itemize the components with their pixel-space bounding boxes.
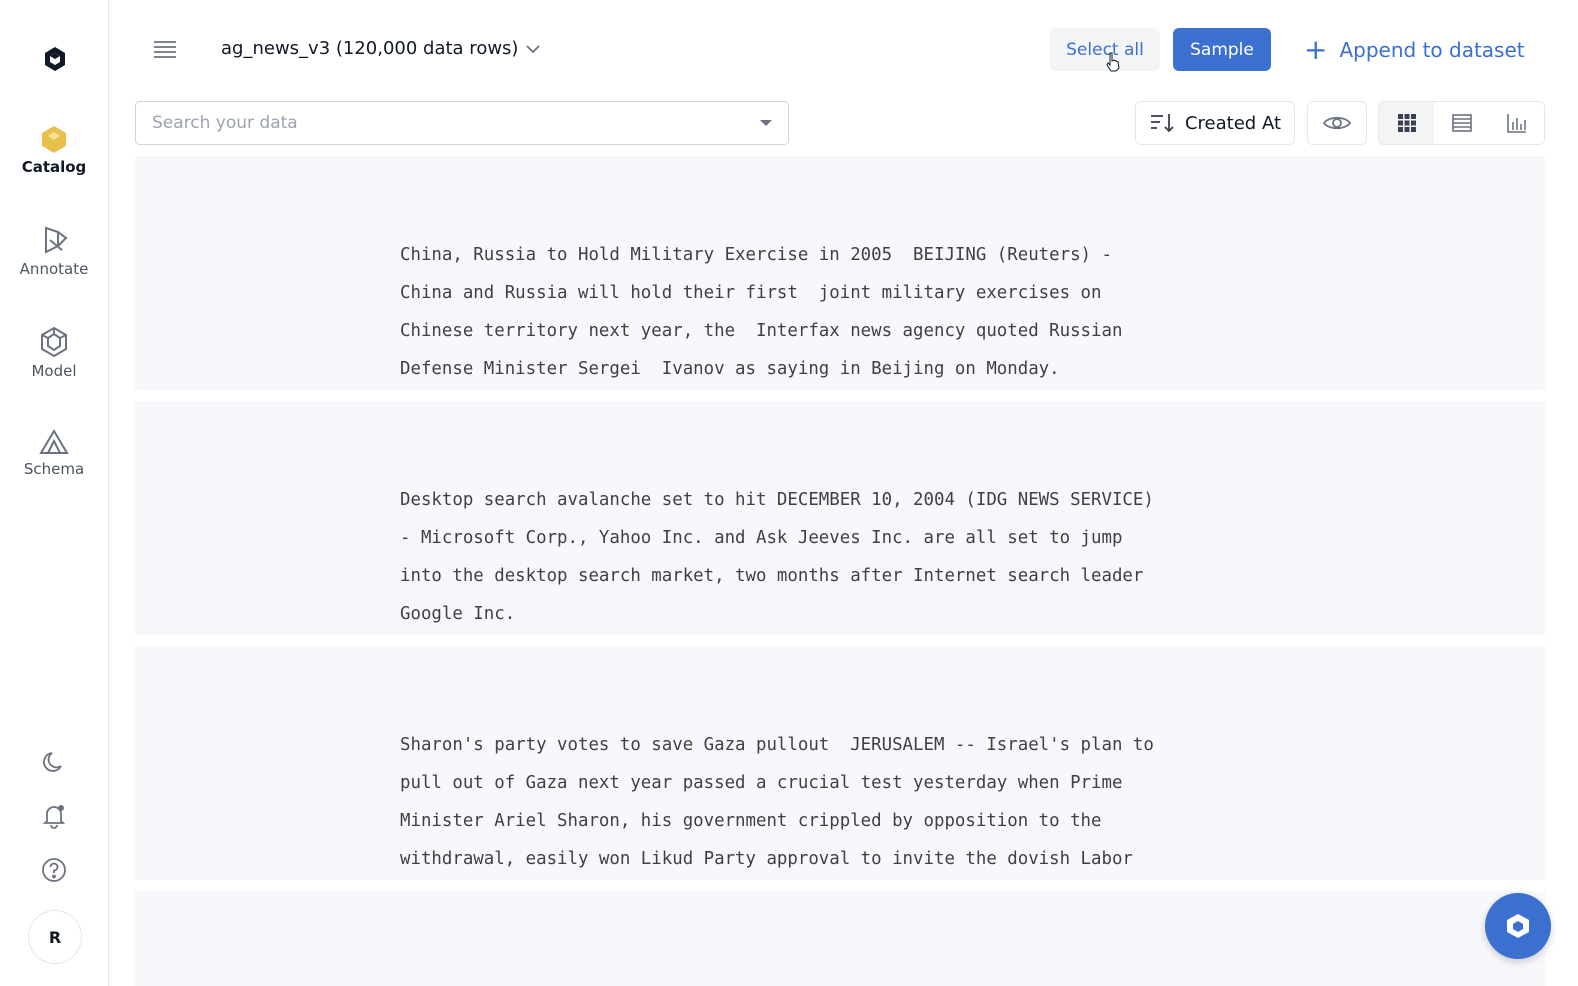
avatar[interactable]: R [28,910,82,964]
append-label: Append to dataset [1339,37,1525,62]
sidebar-item-schema[interactable]: Schema [0,428,108,478]
plus-icon: + [1304,32,1328,66]
help-circle-icon [42,858,66,882]
sidebar-item-label: Schema [23,460,85,478]
eye-icon [1322,116,1352,130]
sort-descending-icon [1150,114,1174,133]
catalog-icon [42,126,66,153]
sidebar-item-annotate[interactable]: Annotate [0,224,108,278]
dataset-title: ag_news_v3 (120,000 data rows) [221,38,519,59]
data-row-card[interactable]: Desktop search avalanche set to hit DECE… [135,401,1545,635]
sort-button[interactable]: Created At [1135,101,1295,145]
schema-icon [39,429,69,454]
list-icon [1451,114,1472,132]
hamburger-menu-icon[interactable] [152,36,178,62]
sidebar-item-label: Model [31,362,77,380]
support-chat-button[interactable] [1485,893,1551,959]
notifications-button[interactable] [38,800,70,832]
annotate-icon [45,226,68,254]
bell-icon [42,805,66,829]
chevron-down-icon [526,44,541,53]
search-input[interactable] [152,113,760,133]
avatar-initial: R [48,927,62,947]
sidebar: Catalog Annotate Model Schema R [0,0,109,986]
sidebar-item-label: Annotate [19,260,89,278]
dark-mode-toggle[interactable] [38,746,70,778]
grid-view-button[interactable] [1379,102,1434,144]
data-row-card[interactable]: China, Russia to Hold Military Exercise … [135,156,1545,390]
row-text: Desktop search avalanche set to hit DECE… [400,490,1154,624]
data-row-card[interactable] [135,891,1545,986]
view-mode-group [1378,101,1545,145]
data-row-card[interactable]: Sharon's party votes to save Gaza pullou… [135,646,1545,880]
app-logo-icon [1507,914,1529,938]
append-to-dataset-button[interactable]: + Append to dataset [1304,28,1525,71]
row-text: Sharon's party votes to save Gaza pullou… [400,735,1154,869]
sidebar-item-catalog[interactable]: Catalog [0,124,108,176]
sort-label: Created At [1184,112,1281,134]
grid-icon [1397,114,1416,132]
app-logo-icon[interactable] [40,44,70,74]
sidebar-item-model[interactable]: Model [0,326,108,380]
help-button[interactable] [38,854,70,886]
model-icon [41,326,67,358]
moon-icon [43,752,62,772]
sample-button[interactable]: Sample [1173,28,1271,71]
sidebar-item-label: Catalog [21,158,87,176]
caret-down-icon[interactable] [760,120,772,126]
list-view-button[interactable] [1434,102,1489,144]
hand-cursor-icon [1106,52,1120,72]
row-text: China, Russia to Hold Military Exercise … [400,245,1123,379]
dataset-selector[interactable]: ag_news_v3 (120,000 data rows) [221,38,541,59]
visibility-toggle[interactable] [1307,101,1367,145]
search-box [135,101,789,145]
select-all-button[interactable]: Select all [1050,28,1160,71]
bar-chart-icon [1506,114,1526,133]
chart-view-button[interactable] [1489,102,1544,144]
